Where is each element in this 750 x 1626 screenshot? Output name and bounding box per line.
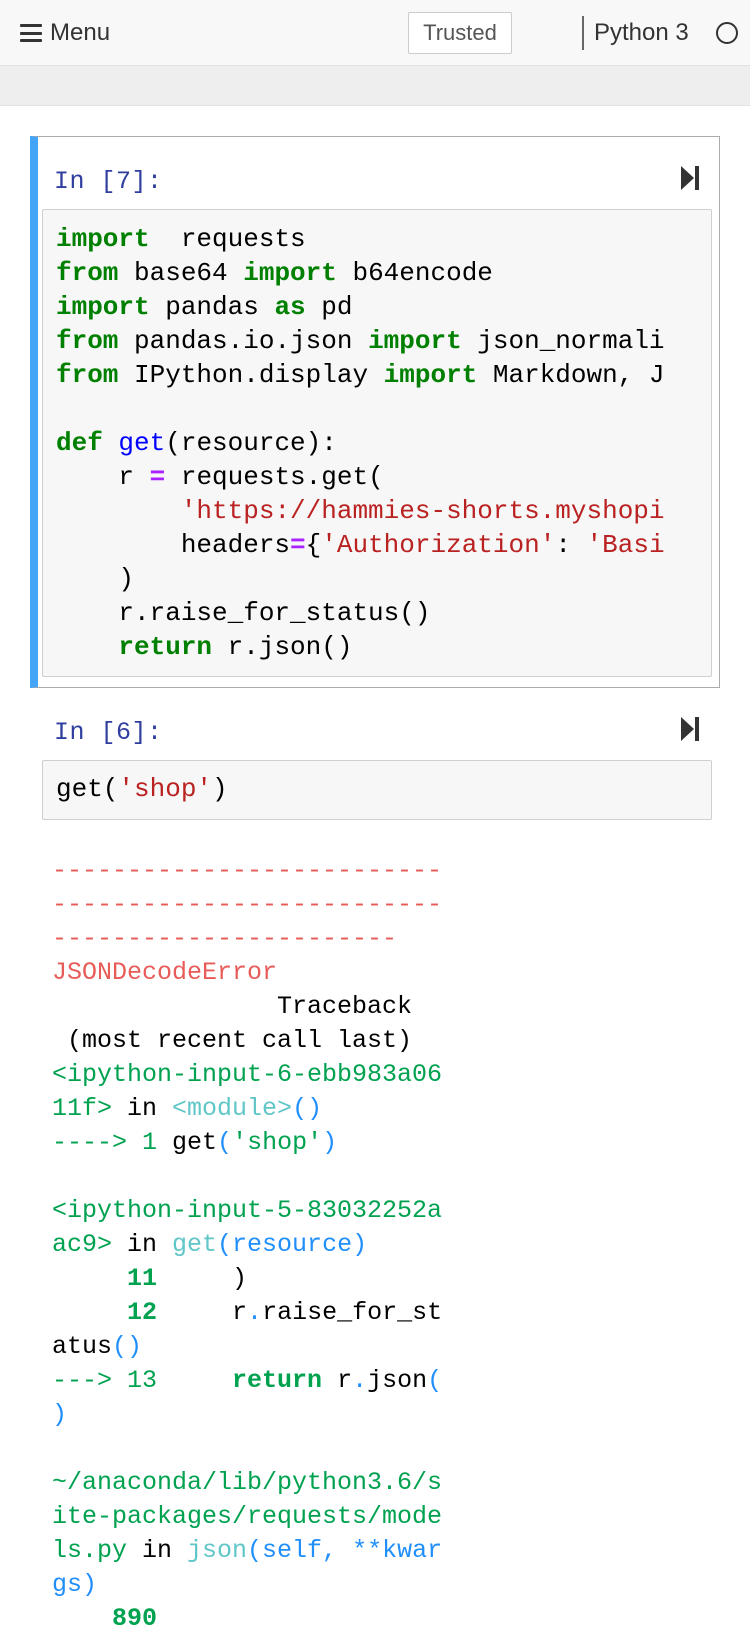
code-line: from pandas.io.json import json_normali [56,326,665,356]
code-line: r = requests.get( [56,462,384,492]
kernel-idle-circle-icon [716,22,738,44]
code-line: def get(resource): [56,428,337,458]
code-line: <ipython-input-5-83032252a [52,1196,443,1225]
code-cell[interactable]: In [6]: get('shop') [30,700,720,830]
code-line: 'https://hammies-shorts.myshopi [180,496,665,526]
kernel-name[interactable]: Python 3 [594,14,689,52]
code-line: ls.py in json(self, **kwar [52,1536,443,1565]
menu-label: Menu [50,19,111,46]
code-line: 12 r.raise_for_st [52,1298,443,1327]
hamburger-icon [20,24,42,42]
code-line: r.raise_for_status() [56,598,431,628]
code-line: ----------------------- [52,924,398,953]
code-line: get('shop') [56,774,228,804]
code-line: ac9> in get(resource) [52,1230,368,1259]
code-input[interactable]: get('shop') [42,760,712,820]
kernel-separator [582,16,584,50]
code-line: from IPython.display import Markdown, J [56,360,665,390]
code-line: JSONDecodeError [52,958,278,987]
skip-to-end-icon[interactable] [680,716,700,742]
code-line: import pandas as pd [56,292,353,322]
code-line: headers={'Authorization': 'Basi [56,530,665,560]
code-line: return r.json() [118,632,353,662]
code-editor: get('shop') [43,761,711,818]
header-spacer [0,66,750,106]
code-line: Traceback [52,992,413,1021]
code-line: ~/anaconda/lib/python3.6/s [52,1468,443,1497]
code-line: from base64 import b64encode [56,258,493,288]
code-cell[interactable]: In [7]: import requests from base64 impo… [30,136,720,688]
cell-prompt: In [7]: [54,167,163,196]
code-line: 890 [52,1604,158,1626]
code-line: -------------------------- [52,856,443,885]
menu-button[interactable]: Menu [20,16,110,50]
code-line: import requests [56,224,306,254]
code-line: <ipython-input-6-ebb983a06 [52,1060,443,1089]
code-line: ---> 13 return r.json( [52,1366,443,1395]
code-line: ----> 1 get('shop') [52,1128,338,1157]
code-line: ite-packages/requests/mode [52,1502,443,1531]
code-editor: import requests from base64 import b64en… [43,210,711,676]
notebook-header: Menu Trusted Python 3 [0,0,750,66]
skip-to-end-icon[interactable] [680,165,700,191]
code-line: 11f> in <module>() [52,1094,323,1123]
code-line: -------------------------- [52,890,443,919]
code-line: ) [56,564,135,594]
code-line: 11 ) [52,1264,248,1293]
cell-prompt: In [6]: [54,718,163,747]
code-line: gs) [52,1570,98,1599]
code-line: ) [52,1400,68,1429]
code-line: atus() [52,1332,143,1361]
error-traceback-output: -------------------------- -------------… [52,854,492,1626]
trusted-indicator[interactable]: Trusted [408,12,512,54]
code-line: (most recent call last) [52,1026,413,1055]
code-input[interactable]: import requests from base64 import b64en… [42,209,712,677]
